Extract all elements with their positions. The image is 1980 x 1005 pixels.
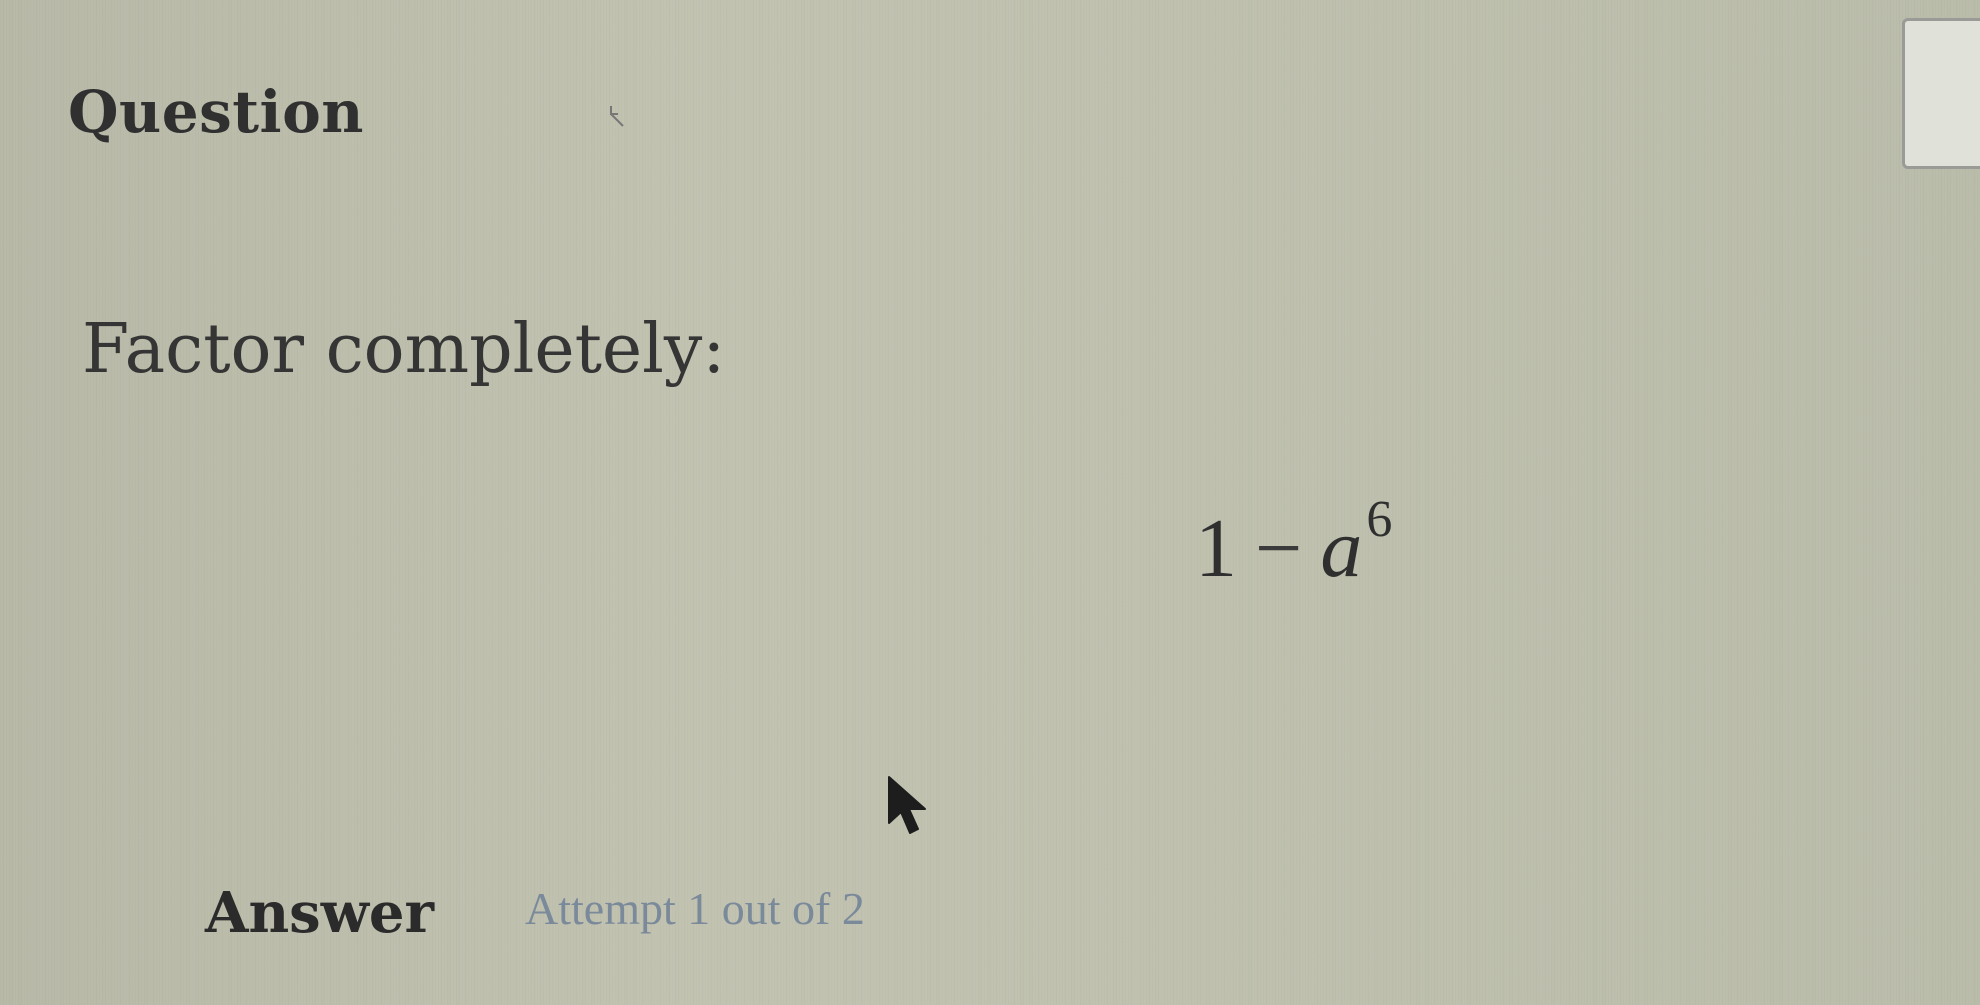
expression-operator: − [1255,502,1303,595]
expression-variable: a [1320,502,1363,595]
expression-constant: 1 [1195,502,1237,595]
small-cursor-mark-icon [610,106,624,127]
expression-exponent: 6 [1366,491,1393,548]
arrow-cursor-icon [888,776,926,834]
panel-corner-box[interactable] [1902,18,1980,169]
attempt-counter: Attempt 1 out of 2 [525,883,865,934]
question-heading: Question [68,78,364,146]
question-prompt: Factor completely: [82,310,726,389]
answer-heading: Answer [205,880,435,946]
math-expression: 1− a6 [1195,491,1392,597]
